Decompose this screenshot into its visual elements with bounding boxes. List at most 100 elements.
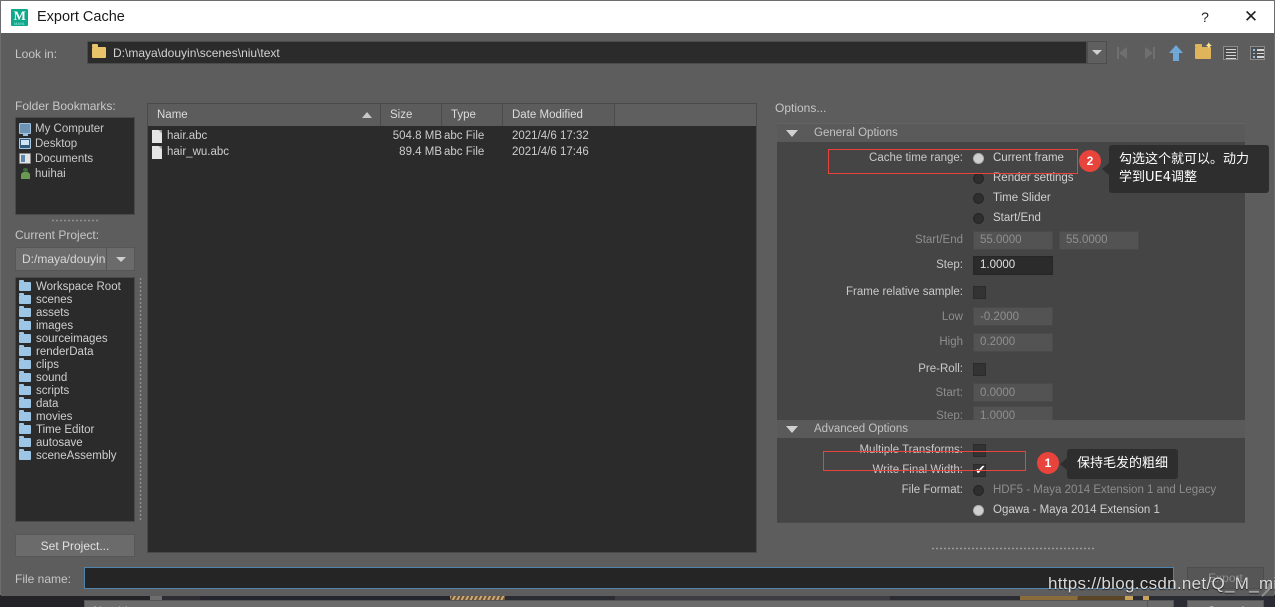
bookmarks-label: Folder Bookmarks: bbox=[15, 99, 116, 113]
file-format-row: File Format: HDF5 - Maya 2014 Extension … bbox=[777, 480, 1245, 500]
list-view-icon[interactable] bbox=[1219, 42, 1241, 64]
path-dropdown-button[interactable] bbox=[1087, 41, 1107, 64]
files-of-type-row: Files of type: Alembic bbox=[1, 600, 1275, 607]
column-header-name[interactable]: Name bbox=[148, 104, 381, 126]
column-header-type[interactable]: Type bbox=[442, 104, 503, 126]
bookmark-desktop[interactable]: Desktop bbox=[19, 136, 134, 151]
general-options-header[interactable]: General Options bbox=[777, 124, 1245, 142]
current-project-combo[interactable]: D:/maya/douyin bbox=[15, 247, 135, 271]
annotation-badge-1: 1 bbox=[1037, 452, 1059, 474]
up-arrow-icon[interactable] bbox=[1165, 42, 1187, 64]
column-header-size[interactable]: Size bbox=[381, 104, 442, 126]
tree-item[interactable]: assets bbox=[19, 305, 134, 319]
radio-start-end[interactable]: Start/End bbox=[973, 212, 1041, 224]
user-icon bbox=[19, 168, 31, 179]
bookmarks-splitter-handle[interactable] bbox=[51, 219, 99, 222]
end-field[interactable]: 55.0000 bbox=[1059, 230, 1139, 250]
bookmark-huihai[interactable]: huihai bbox=[19, 166, 134, 181]
documents-icon bbox=[19, 153, 31, 164]
tree-item[interactable]: scenes bbox=[19, 292, 134, 306]
pre-roll-start-field[interactable]: 0.0000 bbox=[973, 383, 1053, 402]
tree-item[interactable]: Workspace Root bbox=[19, 279, 134, 293]
write-final-width-checkbox[interactable] bbox=[973, 462, 986, 478]
file-list[interactable]: Name Size Type Date Modified hair.abc 50… bbox=[147, 103, 757, 553]
bookmark-my-computer[interactable]: My Computer bbox=[19, 121, 134, 136]
low-field-wrap: -0.2000 bbox=[973, 307, 1053, 326]
frame-relative-sample-checkbox-wrap bbox=[973, 285, 986, 299]
folder-icon bbox=[19, 318, 31, 330]
tree-item[interactable]: clips bbox=[19, 357, 134, 371]
back-arrow-icon[interactable] bbox=[1111, 42, 1133, 64]
window-controls: ? ✕ bbox=[1182, 1, 1274, 33]
files-of-type-combo[interactable]: Alembic bbox=[84, 600, 1174, 607]
table-row[interactable]: hair.abc 504.8 MB abc File 2021/4/6 17:3… bbox=[148, 128, 756, 144]
step-field[interactable]: 1.0000 bbox=[973, 255, 1053, 275]
high-field[interactable]: 0.2000 bbox=[973, 332, 1053, 352]
set-project-button[interactable]: Set Project... bbox=[15, 534, 135, 557]
file-type-cell: abc File bbox=[444, 130, 485, 142]
current-project-dropdown-button[interactable] bbox=[107, 247, 135, 271]
file-name-input[interactable] bbox=[84, 567, 1174, 589]
frame-relative-sample-row: Frame relative sample: bbox=[777, 278, 1245, 306]
tree-item[interactable]: sound bbox=[19, 370, 134, 384]
multiple-transforms-checkbox[interactable] bbox=[973, 443, 986, 457]
tree-item-label: Time Editor bbox=[36, 423, 95, 436]
column-header-label: Type bbox=[451, 109, 476, 121]
radio-indicator bbox=[973, 152, 984, 164]
bookmark-label: My Computer bbox=[35, 122, 105, 135]
tree-item[interactable]: images bbox=[19, 318, 134, 332]
new-folder-icon[interactable] bbox=[1192, 42, 1214, 64]
high-field-wrap: 0.2000 bbox=[973, 332, 1053, 352]
radio-label: Current frame bbox=[993, 152, 1064, 164]
radio-ogawa[interactable]: Ogawa - Maya 2014 Extension 1 bbox=[973, 504, 1160, 516]
left-panel-splitter[interactable] bbox=[139, 277, 142, 522]
tree-item[interactable]: sourceimages bbox=[19, 331, 134, 345]
bookmark-documents[interactable]: Documents bbox=[19, 151, 134, 166]
tree-item-label: scripts bbox=[36, 384, 70, 397]
folder-icon bbox=[19, 396, 31, 408]
radio-render-settings[interactable]: Render settings bbox=[973, 172, 1074, 184]
pre-roll-label: Pre-Roll: bbox=[918, 363, 963, 375]
tree-item[interactable]: renderData bbox=[19, 344, 134, 358]
tree-item[interactable]: autosave bbox=[19, 435, 134, 449]
tree-item[interactable]: sceneAssembly bbox=[19, 448, 134, 462]
close-icon[interactable]: ✕ bbox=[1228, 1, 1274, 33]
pre-roll-start-field-wrap: 0.0000 bbox=[973, 383, 1053, 402]
general-options-title: General Options bbox=[814, 127, 898, 139]
help-button[interactable]: ? bbox=[1182, 1, 1228, 33]
radio-current-frame[interactable]: Current frame bbox=[973, 152, 1064, 164]
bookmarks-list[interactable]: My Computer Desktop Documents huihai bbox=[15, 117, 135, 215]
tree-item[interactable]: scripts bbox=[19, 383, 134, 397]
cancel-button[interactable]: Cancel bbox=[1187, 600, 1264, 607]
table-row[interactable]: hair_wu.abc 89.4 MB abc File 2021/4/6 17… bbox=[148, 144, 756, 160]
file-date-cell: 2021/4/6 17:32 bbox=[512, 130, 589, 142]
pre-roll-start-row: Start: 0.0000 bbox=[777, 381, 1245, 404]
options-label: Options... bbox=[775, 101, 827, 115]
tree-item[interactable]: movies bbox=[19, 409, 134, 423]
radio-indicator bbox=[973, 172, 984, 184]
low-label: Low bbox=[941, 310, 963, 323]
pre-roll-checkbox[interactable] bbox=[973, 362, 986, 376]
tree-item[interactable]: data bbox=[19, 396, 134, 410]
path-text: D:\maya\douyin\scenes\niu\text bbox=[113, 45, 280, 60]
forward-arrow-icon[interactable] bbox=[1138, 42, 1160, 64]
pre-roll-checkbox-wrap bbox=[973, 362, 986, 376]
project-folder-tree[interactable]: Workspace Root scenes assets images sour… bbox=[15, 277, 135, 522]
radio-label: Render settings bbox=[993, 172, 1074, 184]
files-of-type-value: Alembic bbox=[84, 600, 1148, 607]
start-field[interactable]: 55.0000 bbox=[973, 230, 1053, 250]
column-header-date-modified[interactable]: Date Modified bbox=[503, 104, 615, 126]
tree-item-label: scenes bbox=[36, 293, 73, 306]
tree-item[interactable]: Time Editor bbox=[19, 422, 134, 436]
radio-time-slider[interactable]: Time Slider bbox=[973, 192, 1051, 204]
radio-hdf5[interactable]: HDF5 - Maya 2014 Extension 1 and Legacy bbox=[973, 484, 1216, 496]
options-splitter-handle[interactable] bbox=[931, 547, 1096, 550]
path-field[interactable]: D:\maya\douyin\scenes\niu\text bbox=[87, 41, 1087, 64]
advanced-options-header[interactable]: Advanced Options bbox=[777, 420, 1245, 438]
computer-icon bbox=[19, 123, 31, 136]
dialog-body: Look in: D:\maya\douyin\scenes\niu\text bbox=[1, 33, 1274, 607]
detail-view-icon[interactable] bbox=[1246, 42, 1268, 64]
frame-relative-sample-checkbox[interactable] bbox=[973, 285, 986, 299]
low-field[interactable]: -0.2000 bbox=[973, 307, 1053, 326]
files-of-type-dropdown-button[interactable] bbox=[1148, 600, 1174, 607]
